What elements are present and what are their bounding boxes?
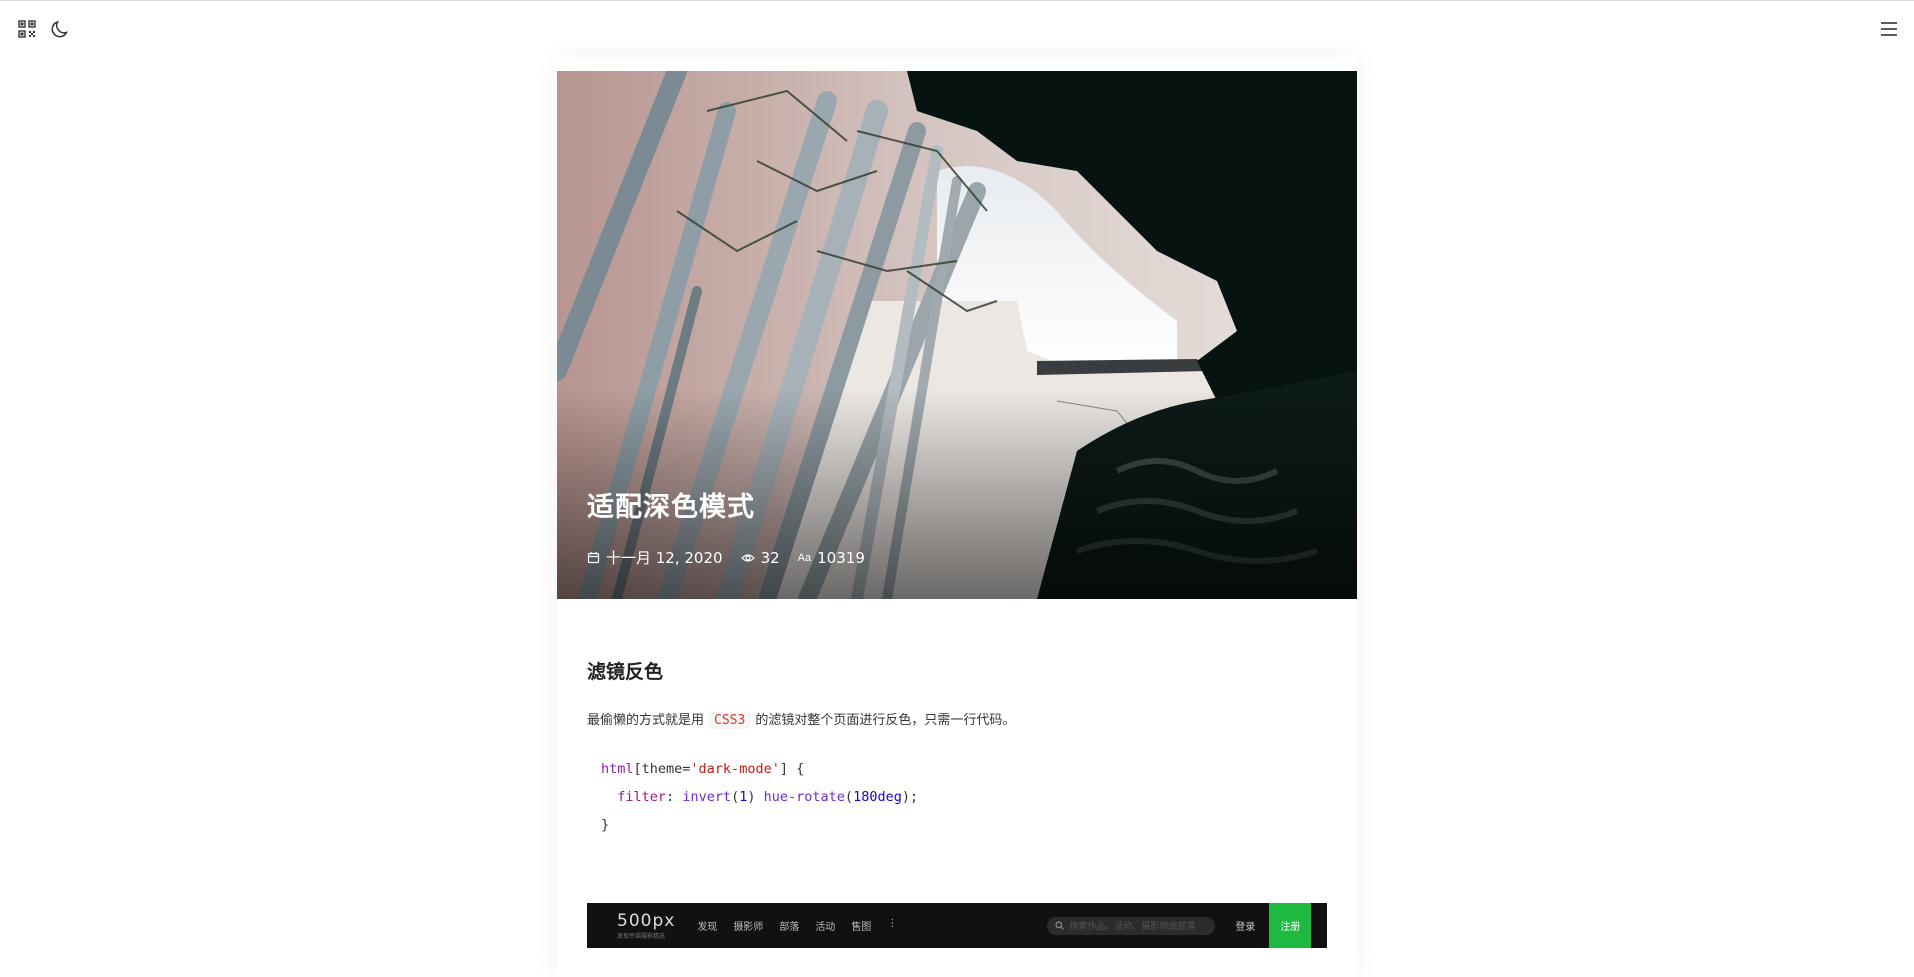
- post-card: 适配深色模式 十一月 12, 2020 32 Aa 10319 滤镜反色 最偷懒…: [557, 57, 1357, 977]
- post-views: 32: [740, 548, 780, 567]
- post-meta: 十一月 12, 2020 32 Aa 10319: [587, 547, 865, 568]
- preview-register: 注册: [1269, 903, 1312, 948]
- search-icon: [1055, 921, 1065, 930]
- post-content: 滤镜反色 最偷懒的方式就是用 CSS3 的滤镜对整个页面进行反色，只需一行代码。 h…: [587, 657, 1327, 948]
- preview-nav-item: 摄影师: [733, 922, 764, 933]
- paragraph: 最偷懒的方式就是用 CSS3 的滤镜对整个页面进行反色，只需一行代码。: [587, 709, 1016, 729]
- post-words: Aa 10319: [798, 549, 865, 567]
- topbar-left: [16, 18, 72, 40]
- preview-nav-item: 发现: [697, 922, 718, 933]
- eye-icon: [740, 553, 755, 562]
- code-block: html[theme='dark-mode'] { filter: invert…: [587, 755, 1327, 839]
- post-date-text: 十一月 12, 2020: [606, 549, 723, 567]
- moon-icon[interactable]: [50, 18, 72, 40]
- preview-nav-item: ⋮: [887, 918, 898, 929]
- inline-code: CSS3: [708, 712, 752, 729]
- post-date: 十一月 12, 2020: [587, 547, 723, 568]
- code-line-2: filter: invert(1) hue-rotate(180deg);: [617, 789, 919, 805]
- post-title: 适配深色模式: [587, 492, 755, 523]
- post-words-count: 10319: [817, 548, 865, 567]
- section-heading: 滤镜反色: [587, 661, 664, 683]
- preview-nav-item: 售图: [851, 922, 872, 933]
- preview-logo-sub: 发现幸福摄影精选: [617, 933, 666, 940]
- hamburger-menu-icon[interactable]: [1878, 18, 1900, 40]
- code-line-3: }: [601, 817, 610, 833]
- paragraph-text-after: 的滤镜对整个页面进行反色，只需一行代码。: [755, 713, 1016, 728]
- top-border: [0, 0, 1914, 1]
- preview-login: 登录: [1235, 922, 1256, 933]
- preview-search: 搜索作品、活动、摄影师或部落: [1047, 916, 1216, 935]
- calendar-icon: [587, 552, 600, 564]
- preview-nav-item: 活动: [815, 922, 836, 933]
- paragraph-text-before: 最偷懒的方式就是用: [587, 713, 705, 728]
- preview-nav: 发现 摄影师 部落 活动 售图 ⋮: [697, 918, 897, 933]
- code-line-1: html[theme='dark-mode'] {: [601, 761, 805, 777]
- post-views-count: 32: [760, 548, 780, 567]
- preview-logo: 500px 发现幸福摄影精选: [617, 911, 676, 940]
- preview-nav-item: 部落: [779, 922, 800, 933]
- font-size-icon: Aa: [797, 551, 812, 564]
- qrcode-icon[interactable]: [16, 18, 38, 40]
- screenshot-preview-500px: 500px 发现幸福摄影精选 发现 摄影师 部落 活动 售图 ⋮ 搜索作品、活动…: [587, 903, 1327, 948]
